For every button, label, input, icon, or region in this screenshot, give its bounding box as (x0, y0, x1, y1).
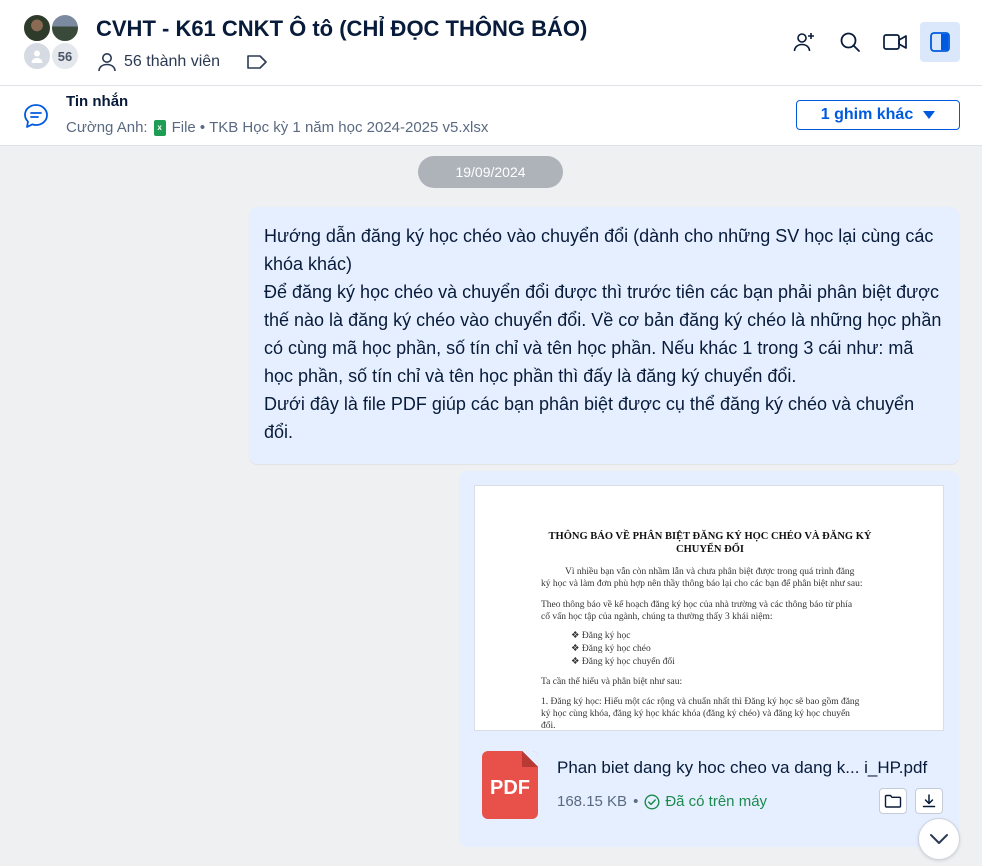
doc-line: ký học và làm đơn phù hợp nên thầy thông… (541, 579, 863, 589)
open-folder-button[interactable] (879, 788, 907, 814)
member-avatar (22, 13, 52, 43)
chat-header: 56 CVHT - K61 CNKT Ô tô (CHỈ ĐỌC THÔNG B… (0, 0, 982, 86)
doc-line: ❖ Đăng ký học chéo (571, 644, 651, 654)
caret-down-icon (923, 111, 936, 119)
file-name[interactable]: Phan biet dang ky hoc cheo va dang k... … (557, 758, 927, 778)
download-button[interactable] (915, 788, 943, 814)
pinned-title: Tin nhắn (66, 93, 129, 110)
message-paragraph: Dưới đây là file PDF giúp các bạn phân b… (264, 394, 915, 442)
date-separator: 19/09/2024 (418, 156, 563, 188)
person-icon (98, 53, 116, 72)
tag-icon[interactable] (246, 54, 268, 70)
add-user-icon (793, 33, 814, 52)
meta-separator: • (633, 793, 639, 810)
more-pins-label: 1 ghim khác (820, 106, 914, 123)
more-pins-button[interactable]: 1 ghim khác (796, 100, 960, 130)
video-camera-icon (883, 34, 907, 50)
doc-line: 1. Đăng ký học: Hiểu một các rộng và chu… (541, 697, 860, 707)
file-message-card[interactable]: THÔNG BÁO VỀ PHÂN BIỆT ĐĂNG KÝ HỌC CHÉO … (459, 471, 959, 847)
folder-icon (884, 794, 902, 808)
doc-title: THÔNG BÁO VỀ PHÂN BIỆT ĐĂNG KÝ HỌC CHÉO … (548, 531, 872, 555)
doc-line: cố vấn học tập của ngành, chúng ta thườn… (541, 612, 773, 622)
scroll-to-bottom-button[interactable] (918, 818, 960, 860)
message-bubble[interactable]: Hướng dẫn đăng ký học chéo vào chuyển đổ… (249, 207, 959, 464)
file-meta: 168.15 KB • Đã có trên máy (557, 793, 767, 810)
pinned-content: File • TKB Học kỳ 1 năm học 2024-2025 v5… (171, 119, 489, 136)
pinned-preview: Cường Anh: x File • TKB Học kỳ 1 năm học… (66, 119, 488, 136)
members-link[interactable]: 56 thành viên (96, 51, 268, 73)
excel-file-icon: x (153, 119, 166, 136)
search-icon (840, 32, 860, 52)
search-button[interactable] (830, 22, 870, 62)
file-status: Đã có trên máy (644, 793, 767, 810)
file-status-label: Đã có trên máy (665, 793, 768, 810)
member-avatar (50, 13, 80, 43)
chevron-down-icon (930, 834, 948, 844)
pinned-sender: Cường Anh: (66, 119, 148, 136)
doc-line: Ta cần thể hiểu và phân biệt như sau: (541, 677, 683, 687)
doc-line: đổi. (541, 721, 556, 731)
video-call-button[interactable] (875, 22, 915, 62)
check-circle-icon (644, 793, 660, 810)
group-avatar[interactable]: 56 (22, 13, 82, 73)
doc-line: Theo thông báo về kế hoạch đăng ký học c… (541, 600, 853, 610)
file-size: 168.15 KB (557, 793, 628, 810)
pdf-icon-label: PDF (490, 776, 530, 799)
add-member-button[interactable] (784, 22, 824, 62)
download-icon (922, 794, 936, 808)
doc-line: ký học cùng khóa, đăng ký học khác khóa … (541, 709, 850, 719)
doc-line: Vì nhiều bạn vẫn còn nhầm lẫn và chưa ph… (565, 567, 855, 577)
pdf-preview[interactable]: THÔNG BÁO VỀ PHÂN BIỆT ĐĂNG KÝ HỌC CHÉO … (474, 485, 944, 731)
user-icon (31, 50, 43, 63)
member-count-badge: 56 (50, 41, 80, 71)
message-paragraph: Hướng dẫn đăng ký học chéo vào chuyển đổ… (264, 226, 934, 274)
members-label: 56 thành viên (124, 53, 221, 70)
group-title[interactable]: CVHT - K61 CNKT Ô tô (CHỈ ĐỌC THÔNG BÁO) (96, 16, 587, 42)
toggle-sidebar-button[interactable] (920, 22, 960, 62)
pdf-file-icon: PDF (482, 751, 538, 819)
sidebar-panel-icon (930, 32, 950, 52)
member-avatar-placeholder (22, 41, 52, 71)
doc-line: ❖ Đăng ký học (571, 631, 631, 641)
doc-line: ❖ Đăng ký học chuyển đổi (571, 657, 675, 667)
message-bubble-icon (24, 104, 48, 128)
message-paragraph: Để đăng ký học chéo và chuyển đổi được t… (264, 282, 942, 386)
